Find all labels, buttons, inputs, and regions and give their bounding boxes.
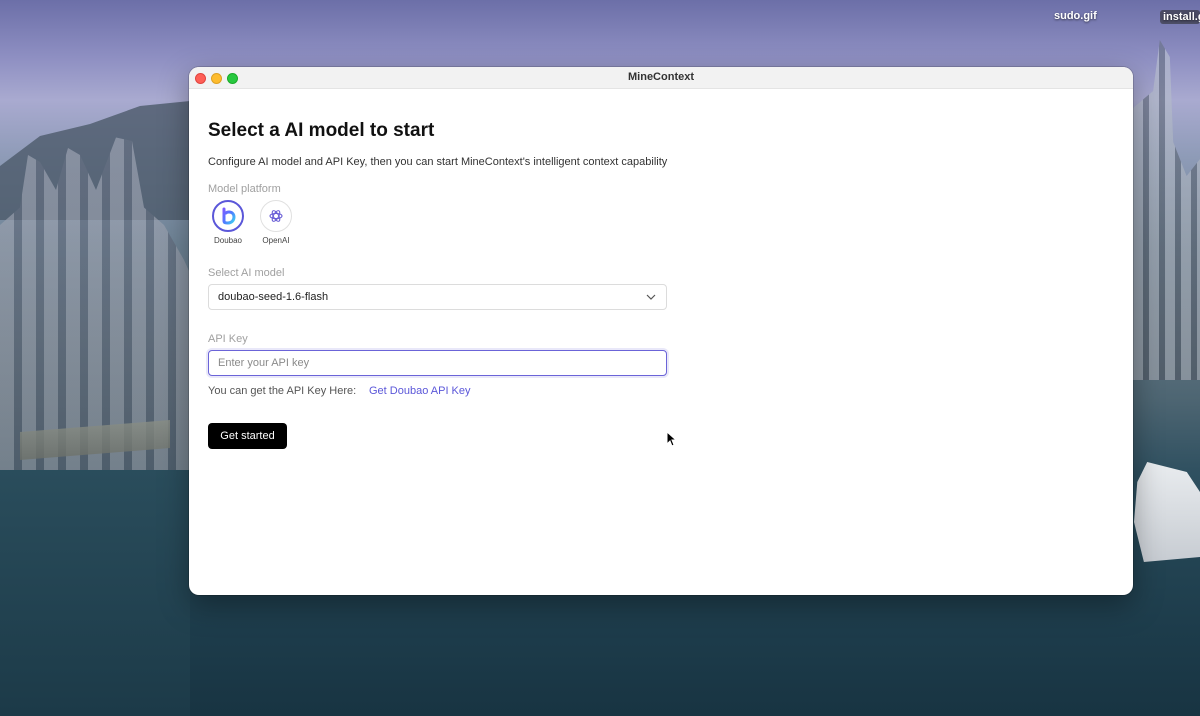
app-window: MineContext Select a AI model to start C… xyxy=(189,67,1133,595)
select-model-label: Select AI model xyxy=(208,267,285,279)
model-select-value: doubao-seed-1.6-flash xyxy=(218,291,329,303)
model-platform-label: Model platform xyxy=(208,183,281,195)
get-api-key-link[interactable]: Get Doubao API Key xyxy=(369,385,471,397)
platform-openai-name: OpenAI xyxy=(262,236,290,245)
model-select[interactable]: doubao-seed-1.6-flash xyxy=(208,284,667,310)
openai-logo-icon xyxy=(269,210,283,222)
api-key-hint: You can get the API Key Here: xyxy=(208,385,357,397)
page-title: Select a AI model to start xyxy=(208,120,435,141)
doubao-logo-icon xyxy=(222,207,236,225)
platform-doubao-name: Doubao xyxy=(213,236,243,245)
window-titlebar[interactable]: MineContext xyxy=(189,67,1133,89)
wallpaper-water xyxy=(0,470,190,716)
platform-openai-circle[interactable] xyxy=(260,200,292,232)
chevron-down-icon xyxy=(646,294,656,300)
desktop-file-install[interactable]: install.gif xyxy=(1160,10,1200,24)
wallpaper-ship xyxy=(1134,462,1200,562)
desktop-file-sudo[interactable]: sudo.gif xyxy=(1054,10,1097,22)
api-key-label: API Key xyxy=(208,333,248,345)
window-title: MineContext xyxy=(628,71,694,83)
platform-option-doubao[interactable]: Doubao xyxy=(208,200,248,245)
get-started-button[interactable]: Get started xyxy=(208,423,287,449)
platform-option-openai[interactable]: OpenAI xyxy=(256,200,296,245)
page-subtitle: Configure AI model and API Key, then you… xyxy=(208,156,668,168)
setup-panel: Select a AI model to start Configure AI … xyxy=(208,89,1133,595)
platform-doubao-circle[interactable] xyxy=(212,200,244,232)
mouse-cursor-icon xyxy=(666,431,678,447)
api-key-input[interactable] xyxy=(208,350,667,376)
